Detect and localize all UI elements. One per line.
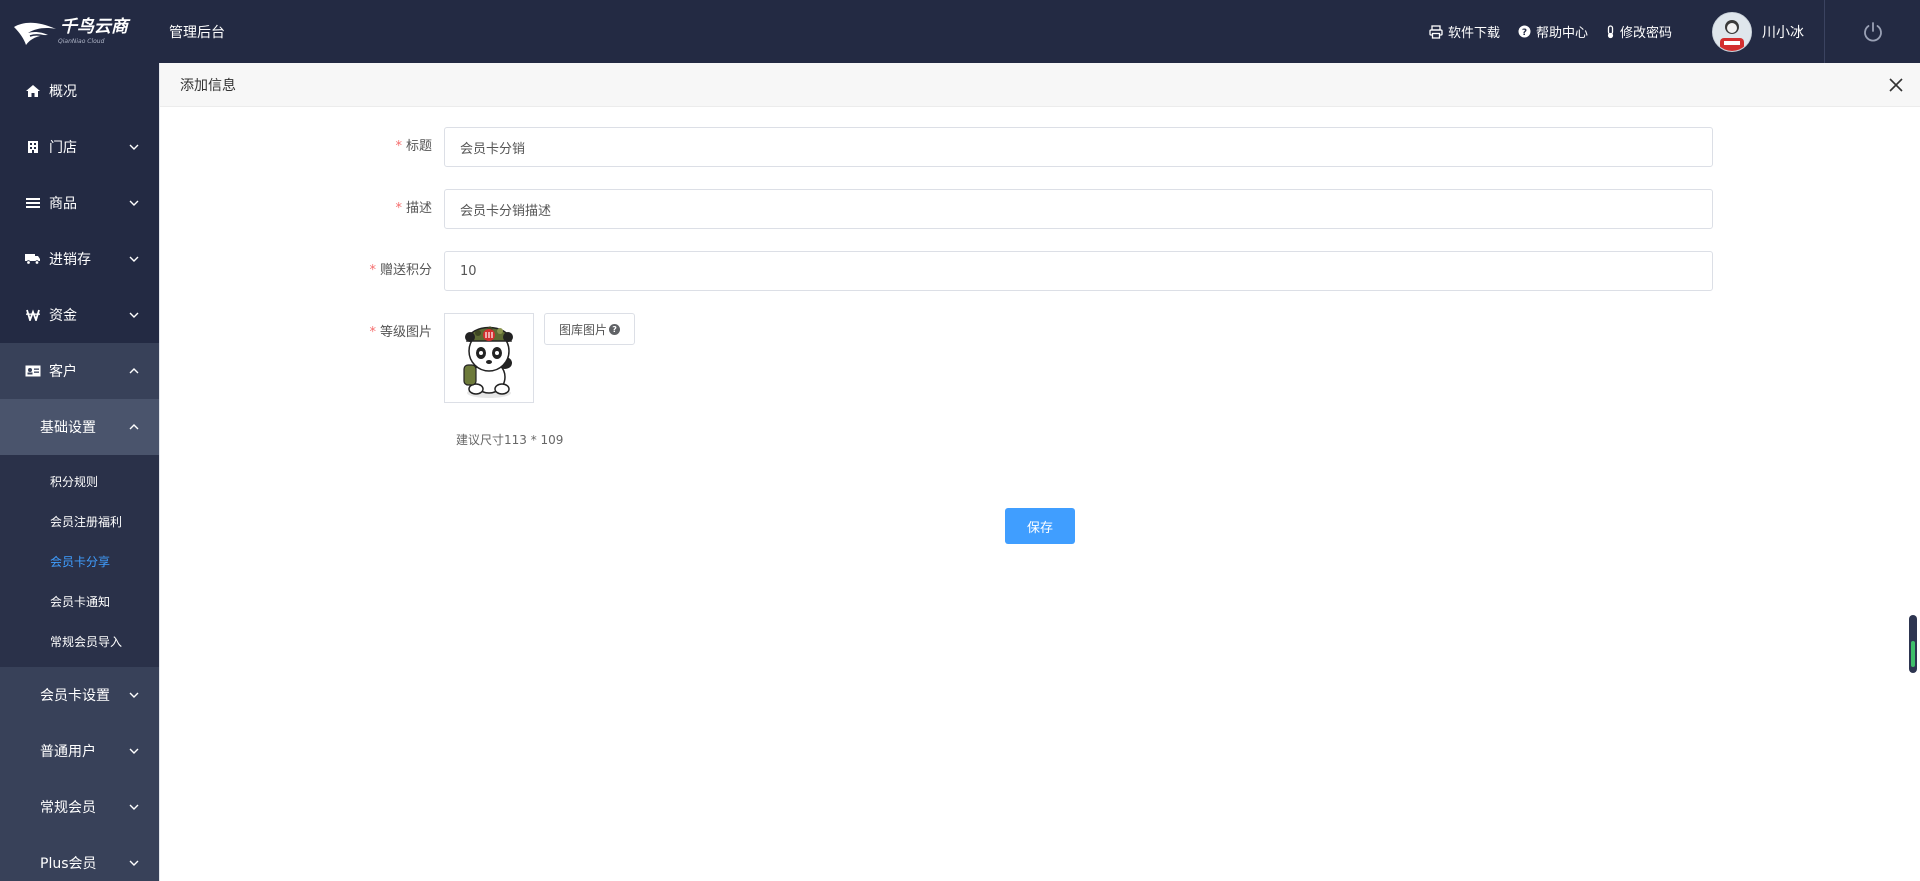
chevron-down-icon — [129, 144, 139, 150]
home-icon — [25, 83, 41, 99]
sidebar-leaf-register-benefits[interactable]: 会员注册福利 — [0, 501, 159, 541]
description-input[interactable] — [444, 189, 1713, 229]
chevron-down-icon — [129, 692, 139, 698]
store-icon — [25, 139, 41, 155]
sidebar-subitem-plus-members[interactable]: Plus会员 — [0, 835, 159, 881]
sidebar-item-funds[interactable]: 资金 — [0, 287, 159, 343]
image-row: * 等级图片 图库图片 ? — [160, 313, 636, 403]
chevron-down-icon — [129, 804, 139, 810]
sidebar-leaf-card-notice[interactable]: 会员卡通知 — [0, 581, 159, 621]
points-label: * 赠送积分 — [369, 263, 432, 278]
required-mark: * — [395, 201, 402, 216]
sidebar-item-inventory[interactable]: 进销存 — [0, 231, 159, 287]
sidebar-leaf-card-share[interactable]: 会员卡分享 — [0, 541, 159, 581]
required-mark: * — [369, 325, 376, 340]
user-avatar-icon — [1713, 12, 1751, 51]
sidebar-subitem-normal-users[interactable]: 普通用户 — [0, 723, 159, 779]
brand-logo[interactable]: 千鸟云商 QianNiao Cloud — [0, 0, 159, 63]
sidebar-item-label: 进销存 — [49, 252, 91, 268]
description-row: * 描述 — [160, 189, 1713, 229]
chevron-down-icon — [129, 860, 139, 866]
user-menu[interactable]: 川小冰 — [1712, 11, 1804, 52]
sidebar-leaf-points-rules[interactable]: 积分规则 — [0, 461, 159, 501]
truck-icon — [25, 251, 41, 267]
title-input[interactable] — [444, 127, 1713, 167]
change-password-label: 修改密码 — [1619, 26, 1672, 41]
software-download-label: 软件下载 — [1447, 26, 1500, 41]
scrollbar-thumb[interactable] — [1909, 615, 1917, 673]
main-content: 添加信息 *标题 *描述 *赠送积分 *等级图片 — [159, 63, 1920, 881]
title-row: * 标题 — [160, 127, 1713, 167]
top-bar: 千鸟云商 QianNiao Cloud 管理后台 软件下载 ? 帮助中心 修改密… — [0, 0, 1920, 63]
sidebar-subitem-card-settings[interactable]: 会员卡设置 — [0, 667, 159, 723]
sidebar-subitem-label: Plus会员 — [40, 856, 97, 872]
panel-header: 添加信息 — [160, 63, 1920, 107]
panel-title: 添加信息 — [180, 77, 236, 94]
points-input[interactable] — [444, 251, 1713, 291]
required-mark: * — [369, 263, 376, 278]
power-icon — [1863, 21, 1882, 42]
software-download-link[interactable]: 软件下载 — [1429, 22, 1500, 41]
logout-button[interactable] — [1824, 0, 1920, 63]
image-label: * 等级图片 — [369, 325, 432, 340]
list-icon — [25, 195, 41, 211]
question-circle-icon: ? — [609, 323, 621, 335]
bird-logo-icon — [14, 22, 56, 45]
thermometer-icon — [1607, 24, 1614, 38]
sidebar-subitem-label: 会员卡设置 — [40, 688, 110, 704]
sidebar-item-label: 商品 — [49, 196, 77, 212]
sidebar-item-customer[interactable]: 客户 — [0, 343, 159, 399]
description-label: * 描述 — [395, 201, 432, 216]
id-card-icon — [25, 363, 41, 379]
library-image-button[interactable]: 图库图片 ? — [544, 313, 636, 345]
sidebar-subitem-basic-settings[interactable]: 基础设置 — [0, 399, 159, 455]
size-hint: 建议尺寸113 * 109 — [456, 433, 564, 447]
sidebar-subitem-label: 基础设置 — [40, 420, 96, 436]
sidebar-item-overview[interactable]: 概况 — [0, 63, 159, 119]
basic-settings-menu: 积分规则 会员注册福利 会员卡分享 会员卡通知 常规会员导入 — [0, 455, 159, 667]
top-links: 软件下载 ? 帮助中心 修改密码 川小冰 — [1429, 0, 1920, 63]
svg-text:?: ? — [1522, 28, 1527, 38]
avatar[interactable] — [1712, 11, 1752, 52]
help-center-link[interactable]: ? 帮助中心 — [1518, 22, 1588, 41]
library-image-label: 图库图片 — [559, 322, 608, 337]
close-icon — [1889, 77, 1903, 92]
chevron-up-icon — [129, 368, 139, 374]
sidebar-subitem-label: 常规会员 — [40, 800, 96, 816]
sidebar-subitem-regular-members[interactable]: 常规会员 — [0, 779, 159, 835]
brand-name: 千鸟云商 — [60, 16, 128, 37]
user-name: 川小冰 — [1762, 24, 1804, 41]
sidebar-item-label: 概况 — [49, 84, 77, 100]
won-icon — [25, 307, 41, 323]
chevron-up-icon — [129, 424, 139, 430]
level-image-preview[interactable] — [444, 313, 534, 403]
sidebar-subitem-label: 普通用户 — [40, 744, 96, 760]
points-row: * 赠送积分 — [160, 251, 1713, 291]
save-button[interactable]: 保存 — [1005, 508, 1075, 544]
chevron-down-icon — [129, 200, 139, 206]
chevron-down-icon — [129, 312, 139, 318]
sidebar: 概况 门店 商品 进销存 资金 客户 基础设置 积分规则 会员注册福利 会员卡分… — [0, 63, 159, 881]
help-center-label: 帮助中心 — [1535, 26, 1588, 41]
required-mark: * — [395, 139, 402, 154]
question-circle-icon: ? — [1518, 25, 1531, 38]
sidebar-item-goods[interactable]: 商品 — [0, 175, 159, 231]
panda-soldier-image — [463, 326, 513, 398]
sidebar-leaf-member-import[interactable]: 常规会员导入 — [0, 621, 159, 661]
title-label: * 标题 — [395, 139, 432, 154]
close-button[interactable] — [1886, 75, 1906, 95]
chevron-down-icon — [129, 748, 139, 754]
system-title: 管理后台 — [169, 24, 225, 41]
chevron-down-icon — [129, 256, 139, 262]
sidebar-item-store[interactable]: 门店 — [0, 119, 159, 175]
change-password-link[interactable]: 修改密码 — [1606, 22, 1672, 41]
sidebar-item-label: 门店 — [49, 140, 77, 156]
brand-subtitle: QianNiao Cloud — [58, 37, 105, 45]
sidebar-item-label: 客户 — [49, 364, 77, 380]
printer-icon — [1429, 24, 1443, 39]
sidebar-item-label: 资金 — [49, 308, 77, 324]
